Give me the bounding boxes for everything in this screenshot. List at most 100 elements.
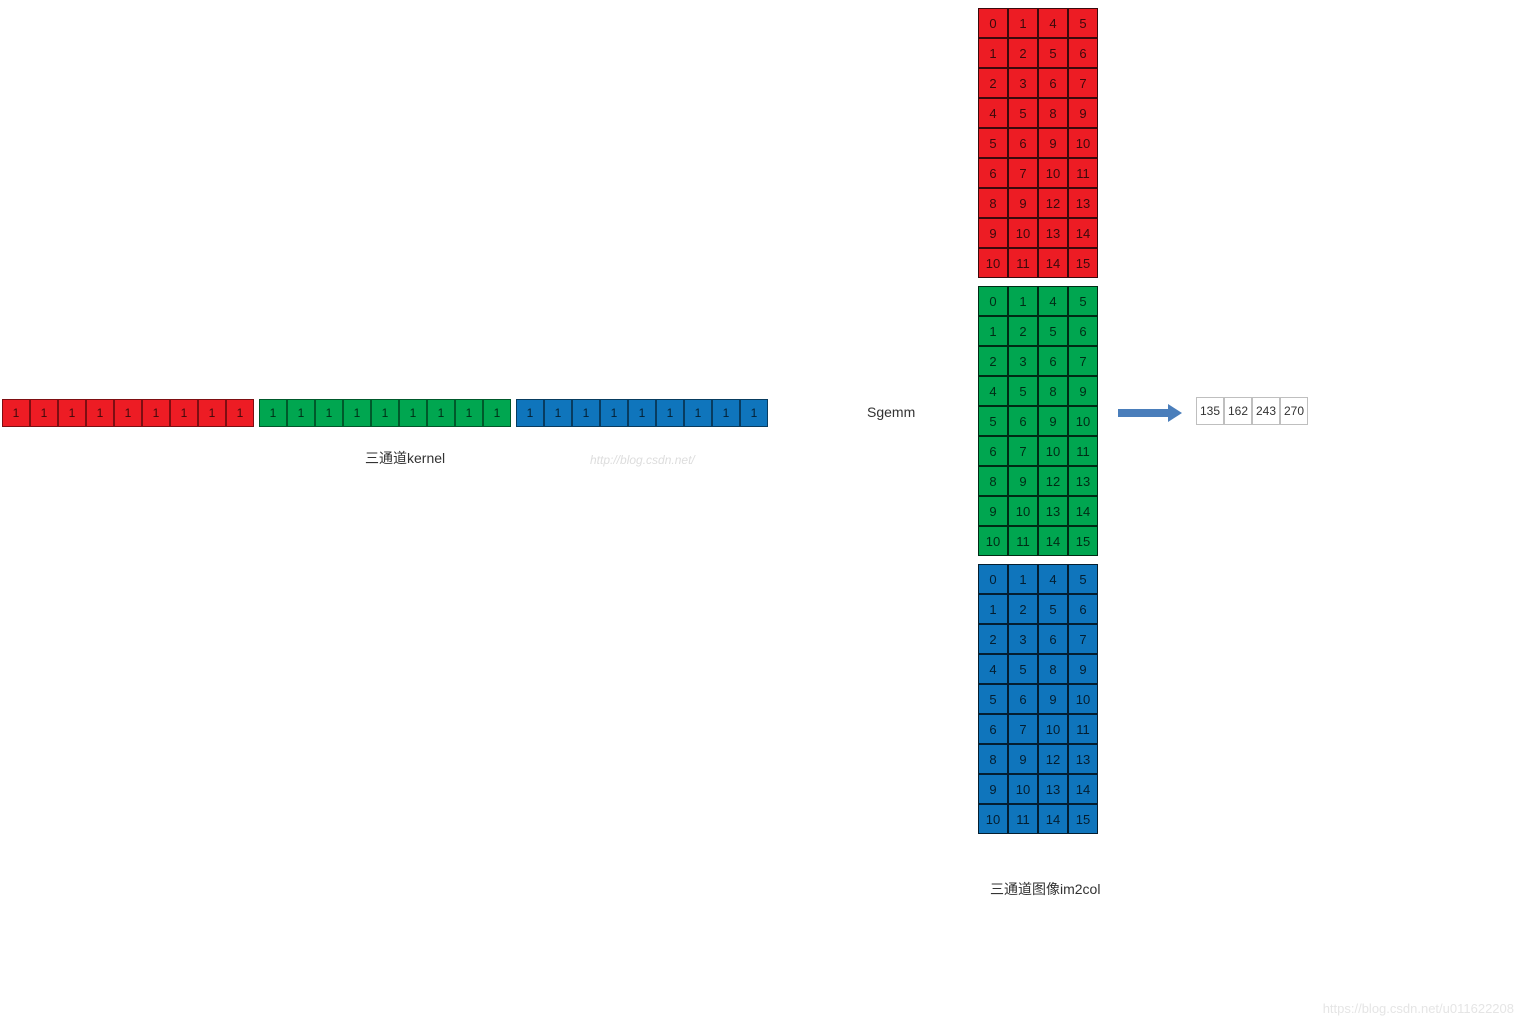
kernel-cell: 1 (427, 399, 455, 427)
im2col-cell: 14 (1068, 496, 1098, 526)
im2col-row: 671011 (978, 158, 1098, 188)
kernel-cell: 1 (656, 399, 684, 427)
im2col-cell: 13 (1068, 466, 1098, 496)
im2col-cell: 2 (978, 346, 1008, 376)
kernel-cell: 1 (572, 399, 600, 427)
im2col-cell: 6 (1008, 128, 1038, 158)
im2col-cell: 9 (1038, 128, 1068, 158)
kernel-cell: 1 (684, 399, 712, 427)
kernel-cell: 1 (343, 399, 371, 427)
result-row: 135162243270 (1196, 397, 1308, 425)
im2col-cell: 6 (1008, 406, 1038, 436)
im2col-cell: 4 (1038, 8, 1068, 38)
kernel-cell: 1 (740, 399, 768, 427)
im2col-cell: 5 (1038, 38, 1068, 68)
im2col-cell: 8 (1038, 376, 1068, 406)
im2col-cell: 9 (1038, 406, 1068, 436)
im2col-cell: 7 (1008, 436, 1038, 466)
im2col-cell: 14 (1038, 804, 1068, 834)
im2col-stack: 0145125623674589569106710118912139101314… (978, 8, 1098, 842)
im2col-cell: 14 (1038, 248, 1068, 278)
im2col-row: 1256 (978, 594, 1098, 624)
im2col-cell: 6 (1038, 624, 1068, 654)
im2col-cell: 10 (1068, 406, 1098, 436)
im2col-cell: 15 (1068, 804, 1098, 834)
im2col-cell: 6 (1038, 68, 1068, 98)
im2col-cell: 13 (1068, 744, 1098, 774)
im2col-cell: 11 (1008, 248, 1038, 278)
im2col-label: 三通道图像im2col (990, 879, 1100, 899)
im2col-cell: 10 (1038, 436, 1068, 466)
im2col-cell: 9 (1038, 684, 1068, 714)
im2col-cell: 14 (1038, 526, 1068, 556)
im2col-cell: 13 (1038, 774, 1068, 804)
im2col-cell: 9 (1008, 744, 1038, 774)
im2col-cell: 4 (978, 98, 1008, 128)
im2col-row: 9101314 (978, 218, 1098, 248)
im2col-cell: 14 (1068, 774, 1098, 804)
im2col-cell: 10 (1008, 496, 1038, 526)
im2col-cell: 5 (1008, 376, 1038, 406)
im2col-row: 2367 (978, 624, 1098, 654)
kernel-cell: 1 (259, 399, 287, 427)
im2col-cell: 4 (978, 654, 1008, 684)
result-cell: 162 (1224, 397, 1252, 425)
im2col-cell: 9 (1068, 98, 1098, 128)
im2col-cell: 9 (1008, 466, 1038, 496)
im2col-cell: 10 (1008, 774, 1038, 804)
im2col-cell: 6 (1068, 38, 1098, 68)
im2col-cell: 1 (1008, 286, 1038, 316)
im2col-cell: 5 (1068, 286, 1098, 316)
im2col-cell: 10 (1038, 714, 1068, 744)
kernel-cell: 1 (544, 399, 572, 427)
im2col-cell: 9 (978, 496, 1008, 526)
im2col-block-red: 0145125623674589569106710118912139101314… (978, 8, 1098, 278)
im2col-block-green: 0145125623674589569106710118912139101314… (978, 286, 1098, 556)
im2col-row: 56910 (978, 684, 1098, 714)
kernel-cell: 1 (2, 399, 30, 427)
im2col-row: 0145 (978, 286, 1098, 316)
kernel-cell: 1 (198, 399, 226, 427)
im2col-cell: 7 (1068, 68, 1098, 98)
im2col-cell: 10 (1008, 218, 1038, 248)
kernel-cell: 1 (30, 399, 58, 427)
kernel-cell: 1 (315, 399, 343, 427)
im2col-cell: 2 (1008, 38, 1038, 68)
kernel-cell: 1 (226, 399, 254, 427)
kernel-cell: 1 (58, 399, 86, 427)
im2col-cell: 2 (978, 624, 1008, 654)
im2col-row: 0145 (978, 8, 1098, 38)
im2col-cell: 5 (1038, 594, 1068, 624)
im2col-row: 9101314 (978, 774, 1098, 804)
im2col-cell: 5 (978, 128, 1008, 158)
im2col-cell: 1 (978, 38, 1008, 68)
im2col-cell: 3 (1008, 68, 1038, 98)
im2col-cell: 14 (1068, 218, 1098, 248)
im2col-cell: 11 (1068, 436, 1098, 466)
im2col-cell: 6 (1068, 594, 1098, 624)
im2col-cell: 9 (1068, 376, 1098, 406)
kernel-cell: 1 (483, 399, 511, 427)
im2col-row: 4589 (978, 376, 1098, 406)
result-cell: 243 (1252, 397, 1280, 425)
im2col-cell: 5 (1008, 654, 1038, 684)
im2col-cell: 7 (1008, 158, 1038, 188)
im2col-row: 10111415 (978, 248, 1098, 278)
im2col-cell: 7 (1068, 346, 1098, 376)
im2col-cell: 6 (978, 436, 1008, 466)
im2col-row: 2367 (978, 68, 1098, 98)
im2col-cell: 5 (978, 684, 1008, 714)
im2col-cell: 2 (1008, 316, 1038, 346)
kernel-group-green: 111111111 (259, 399, 511, 427)
kernel-cell: 1 (86, 399, 114, 427)
im2col-row: 10111415 (978, 804, 1098, 834)
im2col-row: 9101314 (978, 496, 1098, 526)
im2col-cell: 11 (1068, 158, 1098, 188)
im2col-cell: 4 (978, 376, 1008, 406)
im2col-cell: 1 (1008, 8, 1038, 38)
kernel-cell: 1 (287, 399, 315, 427)
im2col-cell: 5 (1068, 8, 1098, 38)
kernel-cell: 1 (516, 399, 544, 427)
result-cell: 270 (1280, 397, 1308, 425)
im2col-cell: 7 (1008, 714, 1038, 744)
